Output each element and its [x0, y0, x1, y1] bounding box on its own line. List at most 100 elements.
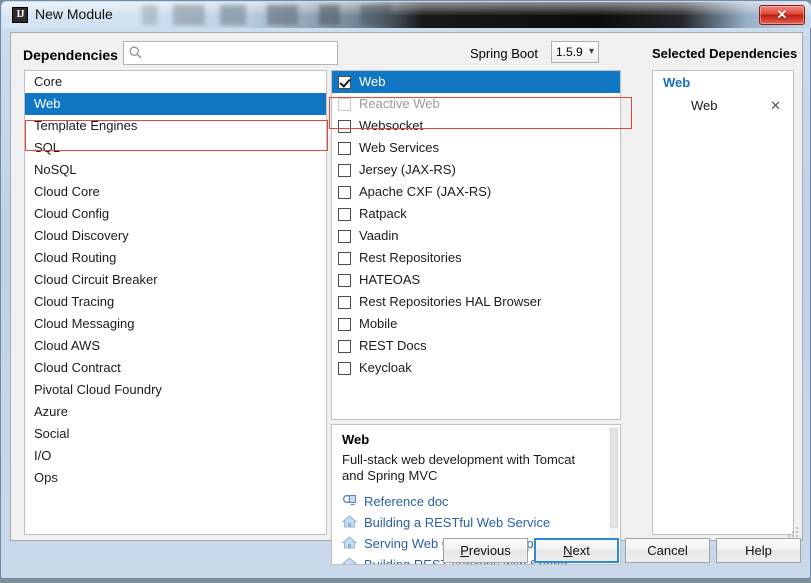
checkbox-icon[interactable] [338, 252, 351, 265]
dependency-item[interactable]: Web [332, 71, 620, 93]
dependency-item-label: Keycloak [359, 357, 412, 379]
category-item[interactable]: Core [25, 71, 326, 93]
description-link[interactable]: Building a RESTful Web Service [342, 512, 612, 533]
checkbox-icon[interactable] [338, 142, 351, 155]
selected-dependency-label: Web [691, 98, 718, 113]
dependency-item-label: Rest Repositories [359, 247, 462, 269]
spring-boot-version-select[interactable]: 1.5.9 ▾ [551, 41, 599, 63]
category-item[interactable]: Azure [25, 401, 326, 423]
category-item[interactable]: Pivotal Cloud Foundry [25, 379, 326, 401]
selected-dependencies-panel[interactable]: WebWeb✕ [652, 70, 794, 535]
dialog-window: IJ New Module ✕ Dependencies Spring Boot… [0, 0, 811, 579]
checkbox-icon[interactable] [338, 362, 351, 375]
category-item[interactable]: Cloud Core [25, 181, 326, 203]
dependency-list[interactable]: WebReactive WebWebsocketWeb ServicesJers… [331, 70, 621, 420]
dependency-item-label: Rest Repositories HAL Browser [359, 291, 541, 313]
resize-grip[interactable] [787, 526, 799, 538]
description-link-label: Reference doc [364, 494, 449, 509]
dependency-item[interactable]: Ratpack [332, 203, 620, 225]
help-button[interactable]: Help [716, 538, 801, 563]
dependency-item-label: Web Services [359, 137, 439, 159]
dependency-item-label: Websocket [359, 115, 423, 137]
search-icon [129, 46, 142, 59]
category-item[interactable]: Template Engines [25, 115, 326, 137]
remove-dependency-icon[interactable]: ✕ [770, 94, 781, 118]
close-icon: ✕ [760, 6, 804, 24]
checkbox-icon[interactable] [338, 296, 351, 309]
dependency-item[interactable]: Websocket [332, 115, 620, 137]
dependency-item[interactable]: Vaadin [332, 225, 620, 247]
category-item[interactable]: Ops [25, 467, 326, 489]
dependency-item[interactable]: Rest Repositories HAL Browser [332, 291, 620, 313]
dependency-item[interactable]: Rest Repositories [332, 247, 620, 269]
description-scrollbar-thumb[interactable] [610, 428, 618, 528]
category-item[interactable]: Cloud Tracing [25, 291, 326, 313]
dependency-item-label: Mobile [359, 313, 397, 335]
checkbox-icon[interactable] [338, 230, 351, 243]
chevron-down-icon: ▾ [589, 46, 594, 57]
redacted-title-region [142, 5, 662, 25]
category-list[interactable]: CoreWebTemplate EnginesSQLNoSQLCloud Cor… [24, 70, 327, 535]
spring-boot-label: Spring Boot [470, 46, 538, 61]
category-item[interactable]: Cloud Config [25, 203, 326, 225]
button-label: Cancel [647, 543, 687, 558]
window-title: New Module [35, 6, 113, 22]
dependency-item-label: Apache CXF (JAX-RS) [359, 181, 491, 203]
intellij-idea-icon: IJ [12, 7, 28, 23]
guide-home-icon [342, 514, 364, 532]
checkbox-icon[interactable] [338, 164, 351, 177]
dependency-item[interactable]: Reactive Web [332, 93, 620, 115]
dependency-item-label: REST Docs [359, 335, 427, 357]
dependency-item[interactable]: Jersey (JAX-RS) [332, 159, 620, 181]
selected-dependencies-title: Selected Dependencies [652, 46, 797, 61]
dependency-item[interactable]: HATEOAS [332, 269, 620, 291]
title-bar-gloss [2, 2, 811, 15]
checkbox-icon[interactable] [338, 274, 351, 287]
category-item[interactable]: Cloud Circuit Breaker [25, 269, 326, 291]
reference-doc-icon [342, 493, 364, 511]
category-item[interactable]: Cloud Discovery [25, 225, 326, 247]
checkbox-icon[interactable] [338, 186, 351, 199]
description-link-label: Building a RESTful Web Service [364, 515, 550, 530]
category-item[interactable]: Cloud AWS [25, 335, 326, 357]
button-bar: Previous Next Cancel Help [11, 533, 802, 583]
category-item[interactable]: SQL [25, 137, 326, 159]
dependency-item-label: Vaadin [359, 225, 399, 247]
selected-dependency-group[interactable]: Web [653, 71, 793, 94]
dependency-item[interactable]: Keycloak [332, 357, 620, 379]
category-item[interactable]: I/O [25, 445, 326, 467]
checkbox-icon[interactable] [338, 208, 351, 221]
category-item[interactable]: Cloud Routing [25, 247, 326, 269]
dependency-item[interactable]: Web Services [332, 137, 620, 159]
next-button[interactable]: Next [534, 538, 619, 563]
dependency-item[interactable]: Apache CXF (JAX-RS) [332, 181, 620, 203]
checkbox-icon[interactable] [338, 98, 351, 111]
search-input[interactable] [148, 44, 337, 65]
category-item[interactable]: Cloud Messaging [25, 313, 326, 335]
button-label: Next [563, 543, 590, 558]
dependency-item[interactable]: Mobile [332, 313, 620, 335]
category-item[interactable]: Social [25, 423, 326, 445]
previous-button[interactable]: Previous [443, 538, 528, 563]
close-button[interactable]: ✕ [759, 5, 805, 25]
title-bar: IJ New Module ✕ [2, 2, 811, 28]
description-link[interactable]: Reference doc [342, 491, 612, 512]
search-field[interactable] [123, 41, 338, 65]
category-item[interactable]: Cloud Contract [25, 357, 326, 379]
dependency-item[interactable]: REST Docs [332, 335, 620, 357]
checkbox-icon[interactable] [338, 120, 351, 133]
checkbox-icon[interactable] [338, 76, 351, 89]
dependency-item-label: Web [359, 71, 386, 93]
cancel-button[interactable]: Cancel [625, 538, 710, 563]
selected-dependency-item[interactable]: Web ✕ [653, 94, 793, 118]
checkbox-icon[interactable] [338, 340, 351, 353]
button-label: Help [745, 543, 772, 558]
dependency-item-label: HATEOAS [359, 269, 420, 291]
category-item[interactable]: NoSQL [25, 159, 326, 181]
description-text: Full-stack web development with Tomcat a… [342, 452, 597, 484]
button-label: Previous [460, 543, 511, 558]
category-item[interactable]: Web [25, 93, 326, 115]
dialog-content: Dependencies Spring Boot 1.5.9 ▾ Selecte… [10, 32, 803, 541]
description-title: Web [342, 432, 369, 447]
checkbox-icon[interactable] [338, 318, 351, 331]
